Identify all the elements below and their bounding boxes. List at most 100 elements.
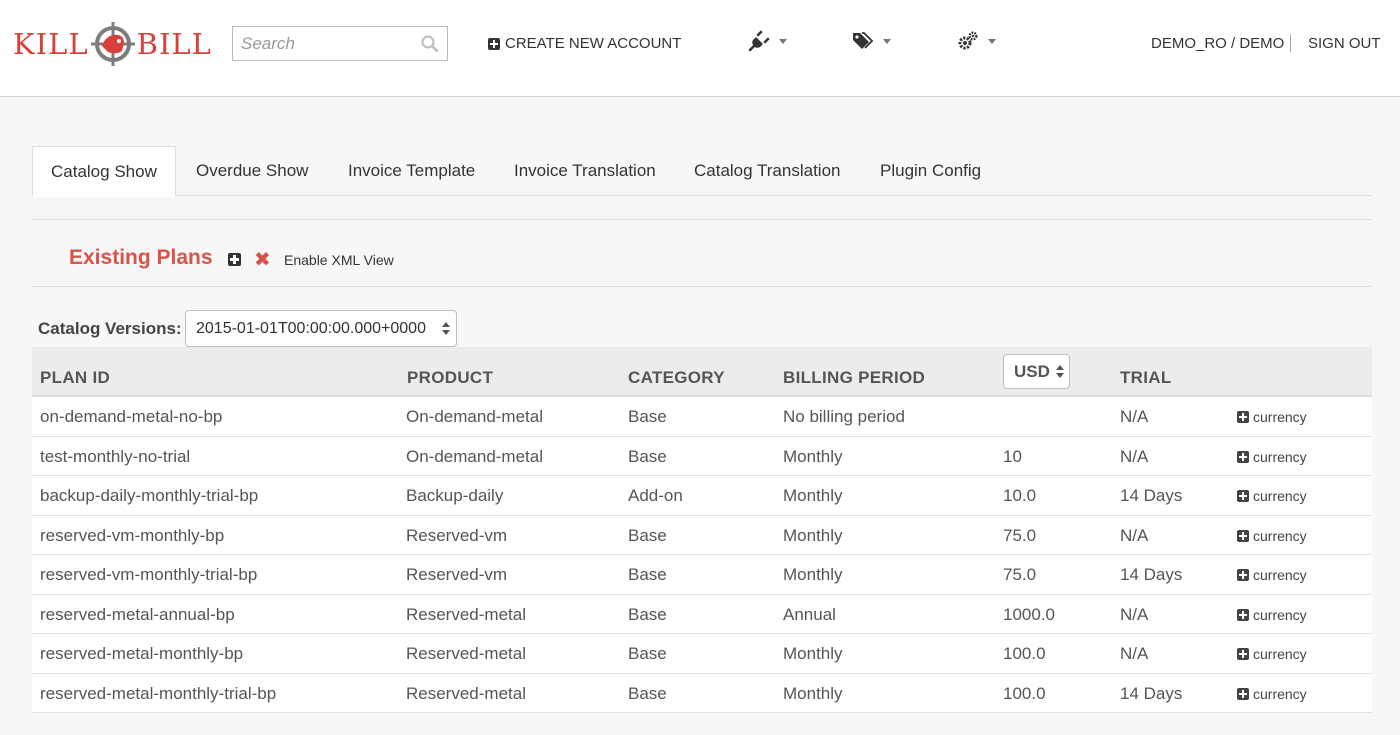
table-row: reserved-metal-annual-bp Reserved-metal … bbox=[32, 594, 1372, 634]
plug-icon bbox=[748, 30, 770, 52]
settings-dropdown[interactable] bbox=[957, 28, 996, 54]
add-currency-link[interactable]: currency bbox=[1237, 646, 1307, 662]
plus-square-icon bbox=[1237, 450, 1249, 463]
add-plan-icon[interactable] bbox=[228, 253, 241, 266]
plus-square-icon bbox=[1237, 608, 1249, 621]
tags-dropdown[interactable] bbox=[852, 28, 891, 54]
currency-select-value: USD bbox=[1014, 362, 1050, 381]
cell-product: On-demand-metal bbox=[406, 407, 544, 426]
search-input[interactable] bbox=[233, 27, 413, 60]
header-category[interactable]: CATEGORY bbox=[628, 368, 725, 388]
plus-square-icon bbox=[1237, 569, 1249, 581]
chevron-down-icon bbox=[988, 38, 996, 44]
currency-select[interactable]: USD bbox=[1003, 354, 1070, 389]
cell-billing-period: Monthly bbox=[783, 683, 843, 703]
cell-trial: N/A bbox=[1120, 604, 1149, 624]
header-product[interactable]: PRODUCT bbox=[407, 368, 493, 388]
create-account-label: CREATE NEW ACCOUNT bbox=[505, 35, 682, 52]
cell-plan-id: backup-daily-monthly-trial-bp bbox=[40, 486, 259, 505]
cell-plan-id: reserved-metal-monthly-bp bbox=[40, 644, 244, 663]
cell-billing-period: Monthly bbox=[783, 644, 843, 663]
table-row: test-monthly-no-trial On-demand-metal Ba… bbox=[32, 436, 1372, 476]
cell-plan-id: reserved-vm-monthly-trial-bp bbox=[40, 565, 258, 584]
plus-square-icon bbox=[1237, 490, 1249, 502]
add-currency-label: currency bbox=[1253, 606, 1307, 623]
plans-table: PLAN ID PRODUCT CATEGORY BILLING PERIOD … bbox=[32, 347, 1372, 713]
chevron-down-icon bbox=[779, 38, 787, 44]
cell-price: 100.0 bbox=[1003, 644, 1046, 663]
add-currency-link[interactable]: currency bbox=[1237, 686, 1307, 702]
add-currency-link[interactable]: currency bbox=[1237, 607, 1307, 623]
plugins-dropdown[interactable] bbox=[748, 28, 787, 54]
header-trial[interactable]: TRIAL bbox=[1120, 368, 1172, 388]
cell-billing-period: No billing period bbox=[783, 407, 905, 426]
divider bbox=[32, 286, 1372, 287]
add-currency-link[interactable]: currency bbox=[1237, 528, 1307, 544]
top-navbar: KILL BILL CREATE NEW ACCOUNT bbox=[0, 0, 1400, 97]
add-currency-label: currency bbox=[1253, 567, 1307, 583]
cell-trial: N/A bbox=[1120, 446, 1149, 466]
enable-xml-view-link[interactable]: Enable XML View bbox=[284, 252, 394, 268]
cell-category: Base bbox=[628, 683, 667, 703]
cell-category: Base bbox=[628, 446, 667, 466]
tab-catalog-translation[interactable]: Catalog Translation bbox=[694, 146, 840, 196]
tab-overdue-show[interactable]: Overdue Show bbox=[196, 146, 308, 196]
cell-trial: 14 Days bbox=[1120, 683, 1183, 703]
cell-product: Reserved-metal bbox=[406, 644, 526, 663]
header-plan-id[interactable]: PLAN ID bbox=[40, 368, 110, 388]
add-currency-link[interactable]: currency bbox=[1237, 488, 1307, 504]
tab-invoice-template[interactable]: Invoice Template bbox=[348, 146, 475, 196]
table-row: reserved-metal-monthly-bp Reserved-metal… bbox=[32, 634, 1372, 674]
add-currency-link[interactable]: currency bbox=[1237, 449, 1307, 465]
cell-price: 1000.0 bbox=[1003, 604, 1055, 624]
add-currency-label: currency bbox=[1253, 409, 1307, 425]
section-title: Existing Plans bbox=[69, 246, 213, 269]
header-billing-period[interactable]: BILLING PERIOD bbox=[783, 368, 925, 388]
select-arrows-icon bbox=[1056, 365, 1064, 379]
cell-billing-period: Annual bbox=[783, 604, 836, 624]
add-currency-label: currency bbox=[1253, 448, 1307, 465]
cell-price: 75.0 bbox=[1003, 525, 1037, 545]
cell-trial: N/A bbox=[1120, 525, 1149, 545]
plus-square-icon bbox=[488, 37, 500, 50]
cell-trial: 14 Days bbox=[1120, 565, 1183, 584]
plus-square-icon bbox=[1237, 687, 1249, 700]
cell-price: 75.0 bbox=[1003, 565, 1037, 584]
table-row: reserved-metal-monthly-trial-bp Reserved… bbox=[32, 673, 1372, 713]
select-arrows-icon bbox=[442, 322, 450, 336]
cell-category: Base bbox=[628, 604, 667, 624]
table-row: reserved-vm-monthly-bp Reserved-vm Base … bbox=[32, 515, 1372, 555]
close-icon[interactable]: ✖ bbox=[254, 250, 271, 270]
cell-product: Reserved-metal bbox=[406, 683, 526, 703]
create-account-link[interactable]: CREATE NEW ACCOUNT bbox=[488, 35, 681, 52]
tab-plugin-config[interactable]: Plugin Config bbox=[880, 146, 981, 196]
cell-billing-period: Monthly bbox=[783, 446, 843, 466]
killbill-logo[interactable]: KILL BILL bbox=[13, 22, 212, 66]
catalog-versions-label: Catalog Versions: bbox=[38, 319, 182, 338]
add-currency-label: currency bbox=[1253, 488, 1307, 504]
catalog-version-select[interactable]: 2015-01-01T00:00:00.000+0000 bbox=[185, 310, 457, 347]
nav-divider bbox=[1290, 34, 1291, 52]
cell-category: Base bbox=[628, 565, 667, 584]
cell-product: Reserved-metal bbox=[406, 604, 526, 624]
cell-category: Base bbox=[628, 407, 667, 426]
search-icon[interactable] bbox=[421, 35, 439, 53]
table-header: PLAN ID PRODUCT CATEGORY BILLING PERIOD … bbox=[32, 347, 1372, 397]
sign-out-link[interactable]: SIGN OUT bbox=[1308, 35, 1381, 52]
tab-catalog-show[interactable]: Catalog Show bbox=[32, 146, 176, 197]
add-currency-label: currency bbox=[1253, 646, 1307, 662]
add-currency-link[interactable]: currency bbox=[1237, 409, 1307, 425]
cell-product: On-demand-metal bbox=[406, 446, 544, 466]
cell-trial: 14 Days bbox=[1120, 486, 1183, 505]
current-user-link[interactable]: DEMO_RO / DEMO bbox=[1151, 35, 1284, 52]
cell-price: 10 bbox=[1003, 446, 1022, 466]
cell-price: 10.0 bbox=[1003, 486, 1037, 505]
catalog-version-value: 2015-01-01T00:00:00.000+0000 bbox=[196, 320, 426, 337]
tab-invoice-translation[interactable]: Invoice Translation bbox=[514, 146, 656, 196]
table-body: on-demand-metal-no-bp On-demand-metal Ba… bbox=[32, 397, 1372, 713]
chevron-down-icon bbox=[883, 38, 891, 44]
cell-plan-id: reserved-vm-monthly-bp bbox=[40, 525, 225, 545]
cell-plan-id: on-demand-metal-no-bp bbox=[40, 407, 223, 426]
divider bbox=[32, 219, 1372, 220]
add-currency-link[interactable]: currency bbox=[1237, 567, 1307, 583]
